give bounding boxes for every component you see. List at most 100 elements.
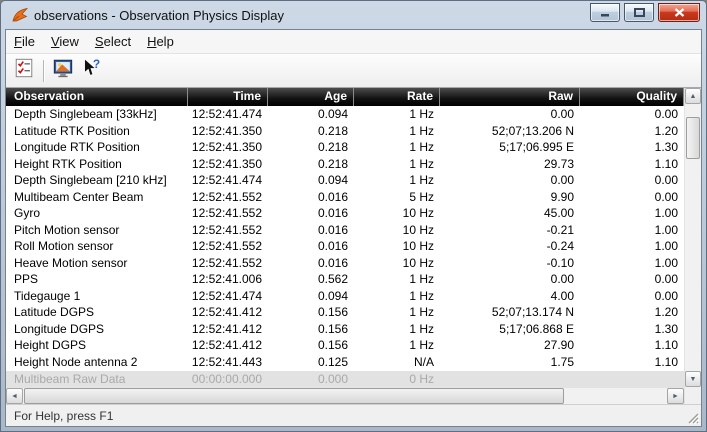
cell-quality: 1.10: [580, 354, 684, 371]
table-row[interactable]: Height DGPS 12:52:41.412 0.156 1 Hz 27.9…: [6, 337, 684, 354]
cell-raw: -0.24: [440, 238, 580, 255]
table-row[interactable]: Longitude DGPS 12:52:41.412 0.156 1 Hz 5…: [6, 321, 684, 338]
column-header-raw[interactable]: Raw: [440, 88, 580, 106]
table-row[interactable]: Latitude DGPS 12:52:41.412 0.156 1 Hz 52…: [6, 304, 684, 321]
cell-time: 12:52:41.443: [188, 354, 268, 371]
context-help-button[interactable]: ?: [77, 57, 105, 85]
table-row[interactable]: PPS 12:52:41.006 0.562 1 Hz 0.00 0.00: [6, 271, 684, 288]
vertical-scrollbar-track[interactable]: [685, 104, 701, 371]
cell-quality: 1.20: [580, 123, 684, 140]
cell-raw: 5;17;06.868 E: [440, 321, 580, 338]
cell-observation: Gyro: [6, 205, 188, 222]
cell-raw: 0.00: [440, 271, 580, 288]
cell-age: 0.218: [268, 139, 354, 156]
cell-rate: 10 Hz: [354, 205, 440, 222]
cell-quality: 0.00: [580, 288, 684, 305]
cell-quality: 1.00: [580, 238, 684, 255]
display-window-button[interactable]: [49, 57, 77, 85]
table-row-disabled[interactable]: Multibeam Raw Data 00:00:00.000 0.000 0 …: [6, 371, 684, 388]
vertical-scrollbar[interactable]: ▲ ▼: [685, 88, 701, 387]
close-button[interactable]: [658, 3, 700, 22]
minimize-button[interactable]: [590, 3, 620, 22]
table-row[interactable]: Depth Singlebeam [33kHz] 12:52:41.474 0.…: [6, 106, 684, 123]
window-title: observations - Observation Physics Displ…: [34, 8, 590, 23]
cell-raw: 5;17;06.995 E: [440, 139, 580, 156]
cell-quality: 0.00: [580, 106, 684, 123]
table-row[interactable]: Longitude RTK Position 12:52:41.350 0.21…: [6, 139, 684, 156]
table-row[interactable]: Gyro 12:52:41.552 0.016 10 Hz 45.00 1.00: [6, 205, 684, 222]
menu-help[interactable]: Help: [139, 30, 182, 53]
cell-observation: Latitude DGPS: [6, 304, 188, 321]
toolbar-separator: [43, 60, 44, 82]
cell-rate: 10 Hz: [354, 255, 440, 272]
column-header-quality[interactable]: Quality: [580, 88, 684, 106]
maximize-button[interactable]: [624, 3, 654, 22]
menu-select[interactable]: Select: [87, 30, 139, 53]
cell-raw: 9.90: [440, 189, 580, 206]
client-area: File View Select Help: [5, 29, 702, 427]
column-header-age[interactable]: Age: [268, 88, 354, 106]
table-row[interactable]: Depth Singlebeam [210 kHz] 12:52:41.474 …: [6, 172, 684, 189]
cell-observation: Longitude DGPS: [6, 321, 188, 338]
cell-quality: 1.00: [580, 255, 684, 272]
cell-raw: 27.90: [440, 337, 580, 354]
table-row[interactable]: Height Node antenna 2 12:52:41.443 0.125…: [6, 354, 684, 371]
cell-age: 0.125: [268, 354, 354, 371]
cell-time: 12:52:41.552: [188, 189, 268, 206]
cell-time: 12:52:41.552: [188, 205, 268, 222]
cell-time: 12:52:41.412: [188, 321, 268, 338]
menu-view[interactable]: View: [43, 30, 87, 53]
observation-table: Observation Time Age Rate Raw Quality De…: [6, 88, 701, 404]
title-bar[interactable]: observations - Observation Physics Displ…: [5, 1, 702, 29]
scroll-up-icon[interactable]: ▲: [685, 88, 701, 104]
observation-list-button[interactable]: [10, 57, 38, 85]
table-row[interactable]: Tidegauge 1 12:52:41.474 0.094 1 Hz 4.00…: [6, 288, 684, 305]
cell-time: 12:52:41.006: [188, 271, 268, 288]
cell-observation: Longitude RTK Position: [6, 139, 188, 156]
table-row[interactable]: Heave Motion sensor 12:52:41.552 0.016 1…: [6, 255, 684, 272]
cell-age: 0.218: [268, 123, 354, 140]
cell-quality: 0.00: [580, 271, 684, 288]
cell-raw: [440, 371, 580, 388]
cell-observation: Depth Singlebeam [210 kHz]: [6, 172, 188, 189]
cell-quality: 1.00: [580, 222, 684, 239]
table-row[interactable]: Roll Motion sensor 12:52:41.552 0.016 10…: [6, 238, 684, 255]
cell-raw: 4.00: [440, 288, 580, 305]
cell-observation: Roll Motion sensor: [6, 238, 188, 255]
cell-time: 12:52:41.350: [188, 123, 268, 140]
cell-observation: Depth Singlebeam [33kHz]: [6, 106, 188, 123]
scroll-right-icon[interactable]: ►: [667, 388, 684, 404]
cell-raw: 0.00: [440, 172, 580, 189]
cell-quality: 1.30: [580, 139, 684, 156]
cell-rate: 1 Hz: [354, 139, 440, 156]
cell-rate: 1 Hz: [354, 288, 440, 305]
scroll-down-icon[interactable]: ▼: [685, 371, 701, 387]
column-header-time[interactable]: Time: [188, 88, 268, 106]
vertical-scrollbar-thumb[interactable]: [686, 117, 700, 159]
table-row[interactable]: Height RTK Position 12:52:41.350 0.218 1…: [6, 156, 684, 173]
cell-age: 0.016: [268, 205, 354, 222]
column-header-observation[interactable]: Observation: [6, 88, 188, 106]
cell-age: 0.156: [268, 321, 354, 338]
context-help-icon: ?: [80, 57, 102, 84]
cell-observation: Heave Motion sensor: [6, 255, 188, 272]
table-row[interactable]: Latitude RTK Position 12:52:41.350 0.218…: [6, 123, 684, 140]
column-header-rate[interactable]: Rate: [354, 88, 440, 106]
table-row[interactable]: Pitch Motion sensor 12:52:41.552 0.016 1…: [6, 222, 684, 239]
menu-file[interactable]: File: [6, 30, 43, 53]
cell-age: 0.016: [268, 189, 354, 206]
horizontal-scrollbar-thumb[interactable]: [24, 388, 564, 404]
table-row[interactable]: Multibeam Center Beam 12:52:41.552 0.016…: [6, 189, 684, 206]
cell-age: 0.016: [268, 238, 354, 255]
cell-time: 00:00:00.000: [188, 371, 268, 388]
cell-rate: 0 Hz: [354, 371, 440, 388]
cell-raw: 29.73: [440, 156, 580, 173]
scroll-left-icon[interactable]: ◄: [6, 388, 23, 404]
cell-quality: 0.00: [580, 172, 684, 189]
cell-raw: -0.10: [440, 255, 580, 272]
cell-rate: 1 Hz: [354, 172, 440, 189]
cell-raw: 52;07;13.206 N: [440, 123, 580, 140]
horizontal-scrollbar[interactable]: ◄ ►: [6, 387, 684, 404]
cell-time: 12:52:41.350: [188, 139, 268, 156]
resize-grip[interactable]: [686, 411, 700, 425]
